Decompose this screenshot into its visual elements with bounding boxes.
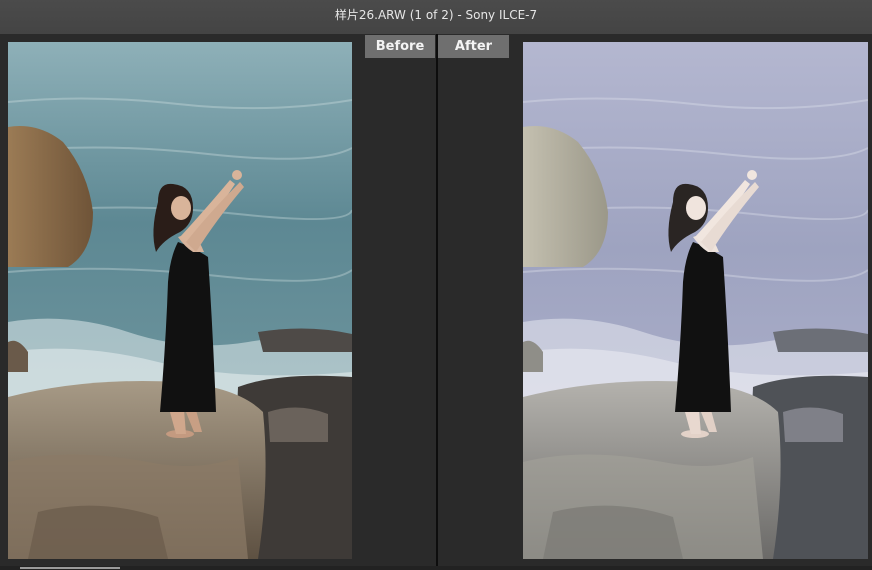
window-title: 样片26.ARW (1 of 2) - Sony ILCE-7 bbox=[334, 8, 538, 22]
window-title-bar: 样片26.ARW (1 of 2) - Sony ILCE-7 bbox=[0, 0, 872, 35]
scroll-indicator[interactable] bbox=[20, 567, 120, 569]
tab-after[interactable]: After bbox=[438, 35, 509, 58]
compare-divider[interactable] bbox=[436, 34, 438, 570]
tab-before[interactable]: Before bbox=[365, 35, 435, 58]
after-photo bbox=[523, 42, 868, 559]
before-photo bbox=[8, 42, 352, 559]
filmstrip-bar bbox=[0, 566, 872, 570]
